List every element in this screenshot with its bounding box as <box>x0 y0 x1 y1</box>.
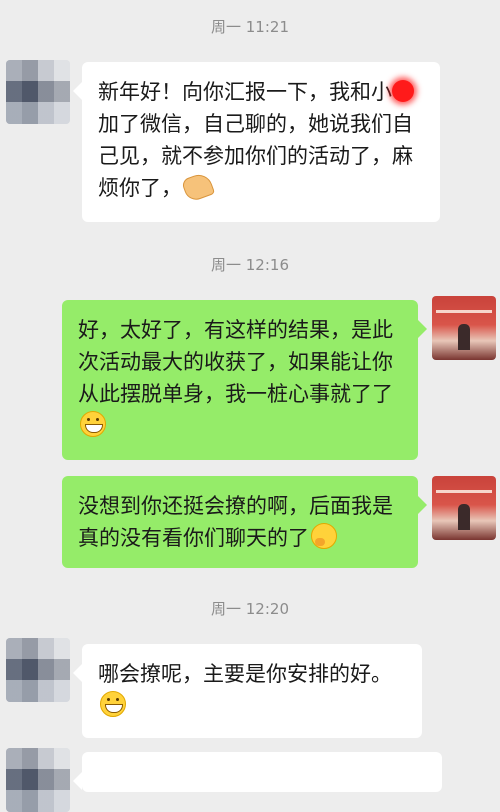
thinking-face-icon <box>311 523 337 549</box>
message-text: 新年好！向你汇报一下，我和小 <box>98 80 392 104</box>
contact-avatar[interactable] <box>6 60 70 124</box>
avatar-banner <box>436 490 492 493</box>
grin-icon <box>80 411 106 437</box>
message-bubble-me[interactable]: 好，太好了，有这样的结果，是此次活动最大的收获了，如果能让你从此摆脱单身，我一桩… <box>62 300 427 460</box>
timestamp: 周一 12:16 <box>211 256 289 274</box>
message-text: 哪会撩呢，主要是你安排的好。 <box>98 662 392 686</box>
redaction-mark <box>392 80 414 102</box>
my-avatar[interactable] <box>432 296 496 360</box>
ok-hand-icon <box>180 170 216 204</box>
message-bubble-them[interactable]: 新年好！向你汇报一下，我和小加了微信，自己聊的，她说我们自己见，就不参加你们的活… <box>73 62 440 222</box>
my-avatar[interactable] <box>432 476 496 540</box>
timestamp: 周一 12:20 <box>211 600 289 618</box>
timestamp: 周一 11:21 <box>211 18 289 36</box>
message-text: 没想到你还挺会撩的啊，后面我是真的没有看你们聊天的了 <box>78 494 393 550</box>
avatar-banner <box>436 310 492 313</box>
chat-window[interactable]: 周一 11:21 新年好！向你汇报一下，我和小加了微信，自己聊的，她说我们自己见… <box>0 0 500 812</box>
message-bubble-me[interactable]: 没想到你还挺会撩的啊，后面我是真的没有看你们聊天的了 <box>62 476 427 568</box>
grin-icon <box>100 691 126 717</box>
contact-avatar[interactable] <box>6 748 70 812</box>
message-bubble-them[interactable]: 哪会撩呢，主要是你安排的好。 <box>73 644 422 738</box>
contact-avatar[interactable] <box>6 638 70 702</box>
message-text: 好，太好了，有这样的结果，是此次活动最大的收获了，如果能让你从此摆脱单身，我一桩… <box>78 318 393 406</box>
message-text: 加了微信，自己聊的，她说我们自己见，就不参加你们的活动了，麻烦你了， <box>98 112 413 200</box>
message-bubble-them[interactable] <box>73 752 442 792</box>
